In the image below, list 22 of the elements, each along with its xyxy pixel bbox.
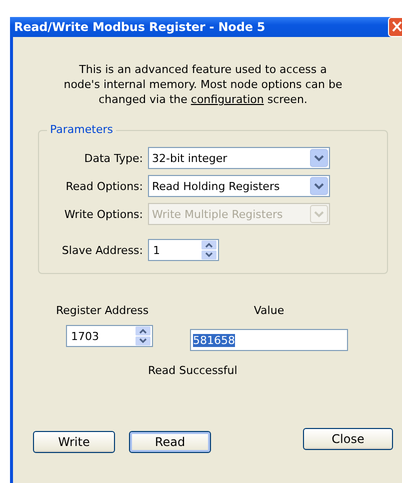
dialog-button[interactable]: Read xyxy=(129,431,211,453)
spinner-arrows-icon[interactable] xyxy=(201,240,217,260)
value-field[interactable]: 581658 xyxy=(190,329,348,351)
spinner-field[interactable]: 1 xyxy=(148,239,219,261)
dropdown[interactable]: Read Holding Registers xyxy=(148,175,330,197)
spinner-arrows-icon[interactable] xyxy=(135,326,151,346)
dialog-button[interactable]: Write xyxy=(33,431,115,453)
field-label: Read Options: xyxy=(64,180,143,192)
dialog-button[interactable]: Close xyxy=(303,428,393,450)
description-text: This is an advanced feature used to access a node's internal memory. Most node options can be changed via the configuration screen. xyxy=(62,62,344,107)
field-label: Slave Address: xyxy=(60,244,143,256)
window-title: Read/Write Modbus Register - Node 5 xyxy=(14,20,266,34)
spinner-field[interactable]: 1703 xyxy=(66,325,153,347)
configuration-link[interactable]: configuration xyxy=(190,93,264,106)
dropdown[interactable]: 32-bit integer xyxy=(148,147,330,169)
close-icon[interactable] xyxy=(388,17,402,37)
field-label: Data Type: xyxy=(83,152,143,164)
field-label: Write Options: xyxy=(63,208,143,220)
status-text: Read Successful xyxy=(148,364,238,377)
group-title: Parameters xyxy=(47,123,116,136)
register-address-label: Register Address xyxy=(56,304,149,317)
value-label: Value xyxy=(254,304,284,317)
